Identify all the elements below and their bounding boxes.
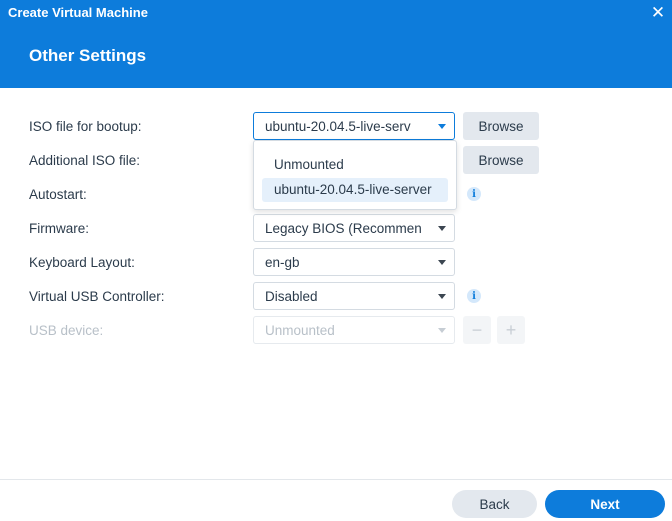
next-button[interactable]: Next — [545, 490, 665, 518]
page-title: Other Settings — [29, 46, 147, 65]
footer-divider — [0, 479, 672, 480]
dialog-header: Create Virtual Machine ✕ Other Settings — [0, 0, 672, 88]
keyboard-value: en-gb — [265, 255, 300, 270]
keyboard-row: Keyboard Layout: en-gb — [0, 248, 672, 278]
chevron-down-icon — [438, 328, 446, 333]
chevron-down-icon — [438, 260, 446, 265]
usb-controller-select[interactable]: Disabled — [253, 282, 455, 310]
iso-bootup-value: ubuntu-20.04.5-live-serv — [265, 119, 411, 134]
usb-device-select: Unmounted — [253, 316, 455, 344]
usb-device-row: USB device: Unmounted − + — [0, 316, 672, 346]
usb-device-label: USB device: — [29, 323, 104, 338]
autostart-label: Autostart: — [29, 187, 87, 202]
dropdown-option-selected[interactable]: ubuntu-20.04.5-live-server — [262, 178, 448, 202]
keyboard-label: Keyboard Layout: — [29, 255, 135, 270]
minus-icon: − — [463, 316, 491, 344]
close-icon[interactable]: ✕ — [650, 4, 666, 22]
window-title: Create Virtual Machine — [8, 5, 148, 20]
browse-additional-iso-button[interactable]: Browse — [463, 146, 539, 174]
usb-controller-label: Virtual USB Controller: — [29, 289, 165, 304]
firmware-label: Firmware: — [29, 221, 89, 236]
iso-dropdown-list: Unmounted ubuntu-20.04.5-live-server — [253, 140, 457, 210]
firmware-select[interactable]: Legacy BIOS (Recommen — [253, 214, 455, 242]
additional-iso-label: Additional ISO file: — [29, 153, 141, 168]
chevron-down-icon — [438, 124, 446, 129]
browse-iso-bootup-button[interactable]: Browse — [463, 112, 539, 140]
usb-controller-value: Disabled — [265, 289, 318, 304]
chevron-down-icon — [438, 226, 446, 231]
firmware-value: Legacy BIOS (Recommen — [265, 221, 422, 236]
plus-icon: + — [497, 316, 525, 344]
dropdown-option[interactable]: Unmounted — [262, 153, 448, 177]
firmware-row: Firmware: Legacy BIOS (Recommen — [0, 214, 672, 244]
info-icon[interactable]: i — [467, 289, 481, 303]
iso-bootup-select[interactable]: ubuntu-20.04.5-live-serv — [253, 112, 455, 140]
info-icon[interactable]: i — [467, 187, 481, 201]
iso-bootup-row: ISO file for bootup: ubuntu-20.04.5-live… — [0, 112, 672, 142]
back-button[interactable]: Back — [452, 490, 537, 518]
iso-bootup-label: ISO file for bootup: — [29, 119, 142, 134]
usb-device-value: Unmounted — [265, 323, 335, 338]
keyboard-select[interactable]: en-gb — [253, 248, 455, 276]
usb-controller-row: Virtual USB Controller: Disabled i — [0, 282, 672, 312]
chevron-down-icon — [438, 294, 446, 299]
